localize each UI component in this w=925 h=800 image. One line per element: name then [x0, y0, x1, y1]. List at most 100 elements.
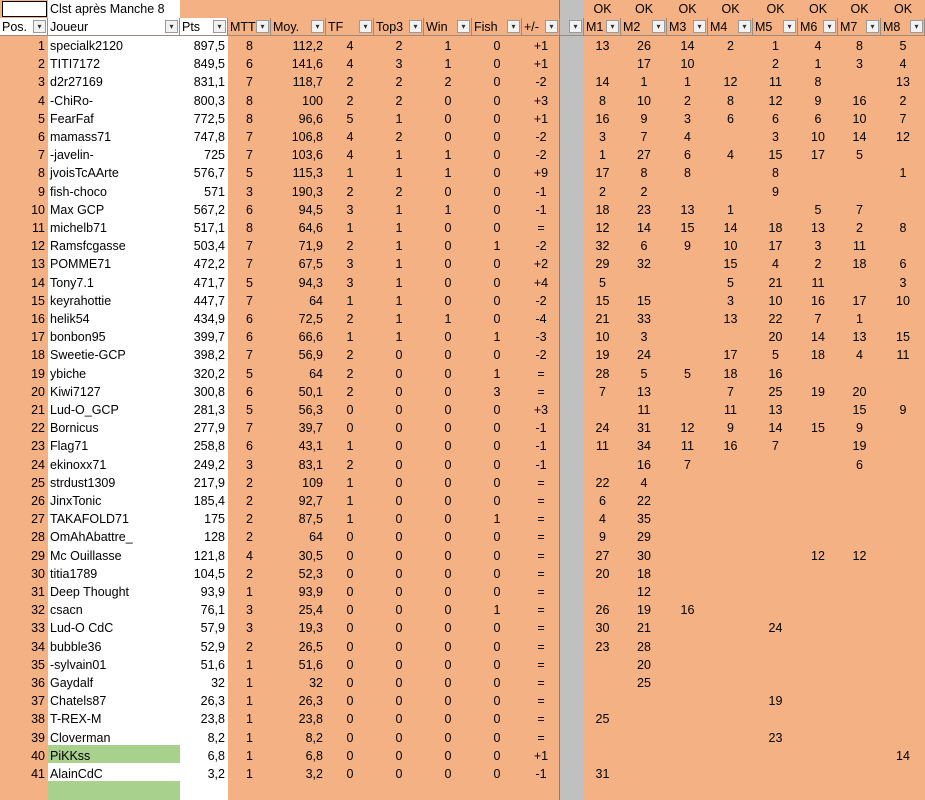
cell-points[interactable]: 567,2	[180, 201, 228, 219]
cell-delta[interactable]: -2	[522, 237, 560, 255]
cell-top3[interactable]: 0	[374, 437, 424, 455]
cell-average[interactable]: 6,8	[271, 747, 326, 765]
cell-player[interactable]: TAKAFOLD71	[48, 510, 180, 528]
cell-m7[interactable]	[838, 365, 881, 383]
cell-points[interactable]: 849,5	[180, 55, 228, 73]
cell-m7[interactable]: 4	[838, 346, 881, 364]
cell-fish[interactable]: 0	[472, 547, 522, 565]
cell-m2[interactable]: 33	[621, 310, 667, 328]
cell-tf[interactable]: 1	[326, 437, 374, 455]
cell-win[interactable]: 0	[424, 565, 472, 583]
cell-m4[interactable]	[708, 729, 753, 747]
cell-fish[interactable]: 0	[472, 164, 522, 182]
cell-fish[interactable]: 0	[472, 492, 522, 510]
cell-m6[interactable]	[798, 492, 838, 510]
cell-average[interactable]: 50,1	[271, 383, 326, 401]
cell-m2[interactable]	[621, 747, 667, 765]
cell-m5[interactable]: 25	[753, 383, 798, 401]
cell-points[interactable]: 800,3	[180, 92, 228, 110]
cell-average[interactable]: 64	[271, 365, 326, 383]
cell-m2[interactable]: 27	[621, 146, 667, 164]
cell-m5[interactable]	[753, 456, 798, 474]
cell-points[interactable]: 277,9	[180, 419, 228, 437]
cell-win[interactable]: 0	[424, 128, 472, 146]
cell-m1[interactable]: 29	[584, 255, 621, 273]
cell-player[interactable]: Kiwi7127	[48, 383, 180, 401]
cell-top3[interactable]: 1	[374, 310, 424, 328]
cell-pos[interactable]: 34	[0, 638, 48, 656]
cell-m6[interactable]: 2	[798, 255, 838, 273]
cell-win[interactable]: 0	[424, 547, 472, 565]
cell-pos[interactable]: 31	[0, 583, 48, 601]
cell-m1[interactable]	[584, 747, 621, 765]
cell-m5[interactable]	[753, 710, 798, 728]
cell-m4[interactable]	[708, 565, 753, 583]
cell-m5[interactable]	[753, 583, 798, 601]
cell-m2[interactable]: 9	[621, 110, 667, 128]
cell-m7[interactable]	[838, 656, 881, 674]
cell-delta[interactable]: -1	[522, 456, 560, 474]
cell-m6[interactable]	[798, 437, 838, 455]
cell-average[interactable]: 56,9	[271, 346, 326, 364]
cell-m4[interactable]: 9	[708, 419, 753, 437]
cell-pos[interactable]: 1	[0, 37, 48, 55]
cell-m2[interactable]: 8	[621, 164, 667, 182]
cell-pos[interactable]: 24	[0, 456, 48, 474]
cell-m4[interactable]: 16	[708, 437, 753, 455]
cell-top3[interactable]: 0	[374, 419, 424, 437]
cell-m1[interactable]: 13	[584, 37, 621, 55]
cell-average[interactable]: 67,5	[271, 255, 326, 273]
cell-tf[interactable]: 0	[326, 692, 374, 710]
cell-m7[interactable]	[838, 274, 881, 292]
cell-top3[interactable]: 0	[374, 401, 424, 419]
cell-m2[interactable]: 26	[621, 37, 667, 55]
cell-top3[interactable]: 2	[374, 37, 424, 55]
cell-m2[interactable]: 5	[621, 365, 667, 383]
cell-m3[interactable]: 10	[667, 55, 708, 73]
cell-m8[interactable]: 2	[881, 92, 925, 110]
cell-points[interactable]: 320,2	[180, 365, 228, 383]
cell-pos[interactable]: 17	[0, 328, 48, 346]
cell-delta[interactable]: +3	[522, 401, 560, 419]
cell-delta[interactable]: =	[522, 474, 560, 492]
cell-delta[interactable]: -3	[522, 328, 560, 346]
cell-win[interactable]: 0	[424, 183, 472, 201]
cell-delta[interactable]: +3	[522, 92, 560, 110]
cell-m2[interactable]: 15	[621, 292, 667, 310]
cell-mtt[interactable]: 7	[228, 419, 271, 437]
cell-m2[interactable]: 19	[621, 601, 667, 619]
cell-m1[interactable]: 19	[584, 346, 621, 364]
cell-m7[interactable]	[838, 729, 881, 747]
cell-mtt[interactable]: 4	[228, 547, 271, 565]
cell-m7[interactable]: 3	[838, 55, 881, 73]
cell-player[interactable]: Chatels87	[48, 692, 180, 710]
cell-tf[interactable]: 3	[326, 274, 374, 292]
cell-m4[interactable]	[708, 692, 753, 710]
cell-mtt[interactable]: 1	[228, 692, 271, 710]
selected-cell[interactable]	[2, 1, 47, 17]
cell-win[interactable]: 0	[424, 92, 472, 110]
cell-m8[interactable]: 12	[881, 128, 925, 146]
cell-m7[interactable]: 5	[838, 146, 881, 164]
cell-m1[interactable]: 15	[584, 292, 621, 310]
cell-m7[interactable]: 16	[838, 92, 881, 110]
cell-win[interactable]: 0	[424, 583, 472, 601]
header-pos[interactable]: Pos. ▾	[0, 18, 48, 36]
cell-points[interactable]: 471,7	[180, 274, 228, 292]
cell-m1[interactable]: 6	[584, 492, 621, 510]
cell-top3[interactable]: 0	[374, 765, 424, 783]
cell-mtt[interactable]: 6	[228, 383, 271, 401]
cell-m4[interactable]: 14	[708, 219, 753, 237]
cell-win[interactable]: 0	[424, 456, 472, 474]
cell-m3[interactable]	[667, 674, 708, 692]
cell-player[interactable]: Tony7.1	[48, 274, 180, 292]
cell-player[interactable]: bonbon95	[48, 328, 180, 346]
cell-points[interactable]: 26,3	[180, 692, 228, 710]
header-mtt[interactable]: MTT ▾	[228, 18, 271, 36]
cell-m6[interactable]	[798, 638, 838, 656]
cell-mtt[interactable]: 1	[228, 674, 271, 692]
cell-m4[interactable]	[708, 765, 753, 783]
cell-m3[interactable]	[667, 547, 708, 565]
filter-dropdown-icon[interactable]: ▾	[33, 20, 46, 33]
cell-points[interactable]: 897,5	[180, 37, 228, 55]
